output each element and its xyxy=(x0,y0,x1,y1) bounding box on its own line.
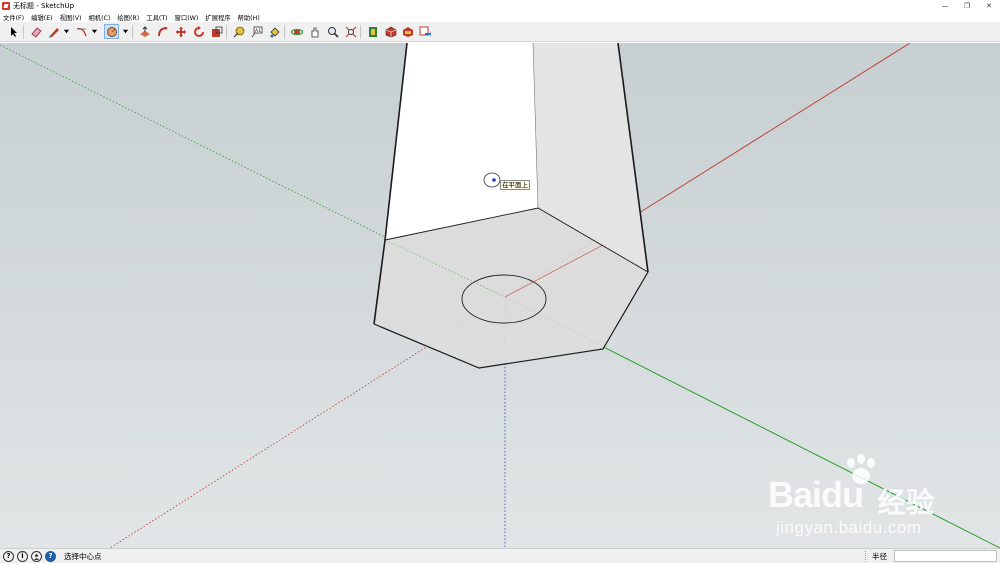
orbit-icon[interactable] xyxy=(289,24,304,39)
geo-location-icon[interactable]: ? xyxy=(3,550,14,562)
status-bar: ? i ? 选择中心点 半径 xyxy=(0,548,1000,563)
toolbar-separator xyxy=(132,25,133,39)
arc-tools-dropdown[interactable] xyxy=(90,24,98,39)
user-account-icon[interactable] xyxy=(31,550,42,562)
measurement-input[interactable] xyxy=(894,550,997,562)
instructor-icon[interactable]: ? xyxy=(45,550,56,562)
close-button[interactable]: ✕ xyxy=(978,0,1000,12)
layout-icon[interactable] xyxy=(400,24,415,39)
measurement-label: 半径 xyxy=(872,552,887,561)
toolbar-separator xyxy=(360,25,361,39)
column-front-face xyxy=(385,43,538,240)
menu-tools[interactable]: 工具(T) xyxy=(146,13,167,22)
rotate-icon[interactable] xyxy=(191,24,206,39)
menu-camera[interactable]: 相机(C) xyxy=(88,13,110,22)
paint-bucket-icon[interactable] xyxy=(267,24,282,39)
toolbar-separator xyxy=(284,25,285,39)
circle-icon[interactable] xyxy=(104,24,119,39)
extension-warehouse-icon[interactable] xyxy=(383,24,398,39)
baidu-watermark: Baidu 经验 jingyan.baidu.com xyxy=(768,454,968,544)
watermark-cn: 经验 xyxy=(878,486,935,519)
toolbar-separator xyxy=(226,25,227,39)
menu-file[interactable]: 文件(F) xyxy=(3,13,24,22)
credits-icon[interactable]: i xyxy=(17,550,28,562)
paw-icon xyxy=(847,454,875,484)
menu-extensions[interactable]: 扩展程序 xyxy=(205,13,230,22)
eraser-icon[interactable] xyxy=(28,24,43,39)
zoom-icon[interactable] xyxy=(325,24,340,39)
zoom-extents-icon[interactable] xyxy=(343,24,358,39)
menu-window[interactable]: 窗口(W) xyxy=(175,13,199,22)
menu-view[interactable]: 视图(V) xyxy=(60,13,82,22)
select-arrow-icon[interactable] xyxy=(6,24,21,39)
move-icon[interactable] xyxy=(173,24,188,39)
minimize-button[interactable]: — xyxy=(934,0,956,12)
status-grip xyxy=(865,551,866,562)
sketchup-logo-icon xyxy=(2,2,10,10)
restore-button[interactable]: ❐ xyxy=(956,0,978,12)
svg-text:A1: A1 xyxy=(255,28,261,34)
drawing-viewport[interactable]: 在平面上 Baidu 经验 jingyan.baidu.com xyxy=(0,43,1000,548)
3d-warehouse-icon[interactable] xyxy=(365,24,380,39)
send-to-layout-icon[interactable] xyxy=(417,24,432,39)
line-tools-dropdown[interactable] xyxy=(62,24,70,39)
text-icon[interactable]: A1 xyxy=(249,24,264,39)
pencil-line-icon[interactable] xyxy=(46,24,61,39)
arc-icon[interactable] xyxy=(74,24,89,39)
menu-help[interactable]: 帮助(H) xyxy=(238,13,260,22)
watermark-url: jingyan.baidu.com xyxy=(776,518,922,537)
inference-tooltip: 在平面上 xyxy=(500,180,530,190)
shape-tools-dropdown[interactable] xyxy=(121,24,129,39)
status-message: 选择中心点 xyxy=(64,551,102,561)
pan-icon[interactable] xyxy=(307,24,322,39)
menu-edit[interactable]: 编辑(E) xyxy=(31,13,53,22)
follow-me-icon[interactable] xyxy=(155,24,170,39)
menu-bar: 文件(F) 编辑(E) 视图(V) 相机(C) 绘图(R) 工具(T) 窗口(W… xyxy=(0,12,1000,22)
toolbar-separator xyxy=(23,25,24,39)
title-bar: 无标题 - SketchUp — ❐ ✕ xyxy=(0,0,1000,12)
circle-tool-cursor xyxy=(483,172,501,188)
tape-measure-icon[interactable] xyxy=(231,24,246,39)
window-controls: — ❐ ✕ xyxy=(934,0,1000,12)
push-pull-icon[interactable] xyxy=(137,24,152,39)
menu-draw[interactable]: 绘图(R) xyxy=(117,13,139,22)
window-title: 无标题 - SketchUp xyxy=(13,2,75,10)
main-toolbar: A1 xyxy=(0,22,1000,42)
scale-icon[interactable] xyxy=(209,24,224,39)
